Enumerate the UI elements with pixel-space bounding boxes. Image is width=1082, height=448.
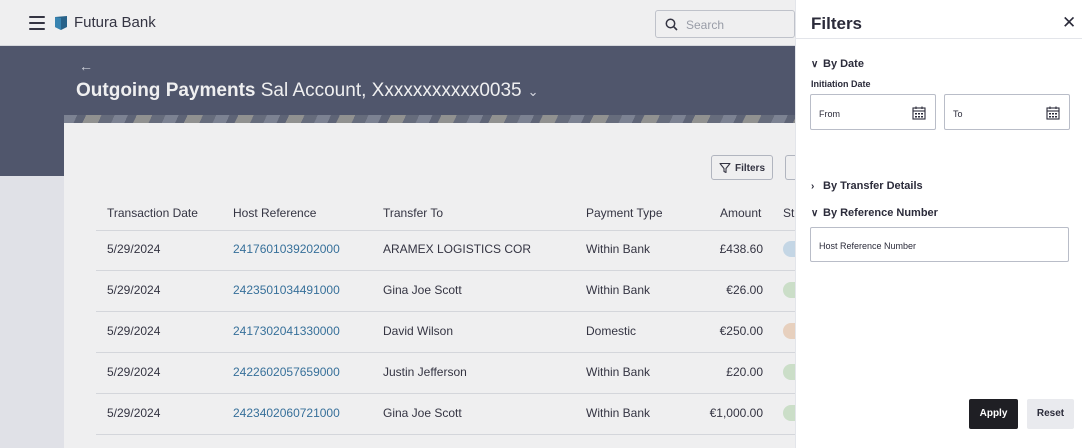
to-date-placeholder: To <box>953 109 963 119</box>
row-divider <box>96 352 806 353</box>
transfer-to-cell: David Wilson <box>383 324 454 338</box>
section-by-date-label: By Date <box>823 58 864 70</box>
transfer-to-cell: Justin Jefferson <box>383 365 467 379</box>
search-input[interactable]: Search <box>655 10 795 38</box>
row-divider <box>96 434 806 435</box>
transfer-to-cell: ARAMEX LOGISTICS COR <box>383 242 532 256</box>
filters-panel: Filters ✕ ∨ By Date Initiation Date From … <box>795 0 1082 448</box>
payment-type-cell: Domestic <box>586 324 637 338</box>
transaction-date-cell: 5/29/2024 <box>107 283 161 297</box>
payment-type-cell: Within Bank <box>586 406 651 420</box>
chevron-down-icon: ∨ <box>811 59 819 70</box>
row-divider <box>96 270 806 271</box>
amount-cell: €1,000.00 <box>709 406 763 420</box>
row-divider <box>96 311 806 312</box>
column-header-transfer-to[interactable]: Transfer To <box>383 206 443 220</box>
host-reference-link[interactable]: 2423402060721000 <box>233 406 340 420</box>
apply-button[interactable]: Apply <box>969 399 1018 429</box>
host-reference-link[interactable]: 2417601039202000 <box>233 242 340 256</box>
back-arrow-icon[interactable]: ← <box>79 58 93 74</box>
bank-logo-icon <box>55 16 67 30</box>
column-header-host-reference[interactable]: Host Reference <box>233 206 316 220</box>
host-reference-link[interactable]: 2422602057659000 <box>233 365 340 379</box>
amount-cell: £438.60 <box>719 242 763 256</box>
amount-cell: £20.00 <box>726 365 763 379</box>
host-reference-link[interactable]: 2417302041330000 <box>233 324 340 338</box>
filters-button-label: Filters <box>735 163 766 174</box>
brand-name: Futura Bank <box>74 14 156 31</box>
section-by-reference-number[interactable]: ∨ By Reference Number <box>811 207 938 219</box>
transfer-to-cell: Gina Joe Scott <box>383 406 462 420</box>
section-by-reference-number-label: By Reference Number <box>823 207 938 219</box>
decorative-pattern <box>64 115 804 123</box>
transfer-to-cell: Gina Joe Scott <box>383 283 462 297</box>
from-date-placeholder: From <box>819 109 840 119</box>
amount-cell: €26.00 <box>726 283 763 297</box>
hamburger-menu-icon[interactable] <box>29 16 45 30</box>
section-by-transfer-details-label: By Transfer Details <box>823 180 923 192</box>
calendar-icon[interactable] <box>1046 106 1060 120</box>
column-header-payment-type[interactable]: Payment Type <box>586 206 663 220</box>
payment-type-cell: Within Bank <box>586 242 651 256</box>
row-divider <box>96 230 806 231</box>
page-title-main: Outgoing Payments <box>76 80 256 101</box>
transaction-date-cell: 5/29/2024 <box>107 324 161 338</box>
search-icon <box>665 18 678 31</box>
transaction-date-cell: 5/29/2024 <box>107 406 161 420</box>
close-icon[interactable]: ✕ <box>1062 13 1076 33</box>
payment-type-cell: Within Bank <box>586 283 651 297</box>
section-by-date[interactable]: ∨ By Date <box>811 58 864 70</box>
calendar-icon[interactable] <box>912 106 926 120</box>
divider <box>796 38 1082 39</box>
from-date-field[interactable]: From <box>810 94 936 130</box>
filter-funnel-icon <box>719 162 731 174</box>
account-selector[interactable]: Sal Account, Xxxxxxxxxxx0035 <box>261 80 522 101</box>
payment-type-cell: Within Bank <box>586 365 651 379</box>
host-reference-placeholder: Host Reference Number <box>819 241 917 251</box>
column-header-date[interactable]: Transaction Date <box>107 206 198 220</box>
transaction-date-cell: 5/29/2024 <box>107 242 161 256</box>
initiation-date-label: Initiation Date <box>811 79 871 89</box>
page-title: Outgoing Payments Sal Account, Xxxxxxxxx… <box>76 80 539 102</box>
host-reference-link[interactable]: 2423501034491000 <box>233 283 340 297</box>
row-divider <box>96 393 806 394</box>
filters-panel-title: Filters <box>811 14 863 33</box>
host-reference-number-input[interactable]: Host Reference Number <box>810 227 1069 262</box>
chevron-down-icon[interactable]: ⌄ <box>528 84 539 99</box>
search-placeholder: Search <box>686 18 725 32</box>
chevron-right-icon: › <box>811 181 815 192</box>
reset-button[interactable]: Reset <box>1027 399 1074 429</box>
chevron-down-icon: ∨ <box>811 208 819 219</box>
column-header-status[interactable]: St <box>783 206 794 220</box>
to-date-field[interactable]: To <box>944 94 1070 130</box>
column-header-amount[interactable]: Amount <box>720 206 761 220</box>
transaction-date-cell: 5/29/2024 <box>107 365 161 379</box>
section-by-transfer-details[interactable]: › By Transfer Details <box>811 180 923 192</box>
filters-button[interactable]: Filters <box>711 155 773 180</box>
amount-cell: €250.00 <box>719 324 763 338</box>
